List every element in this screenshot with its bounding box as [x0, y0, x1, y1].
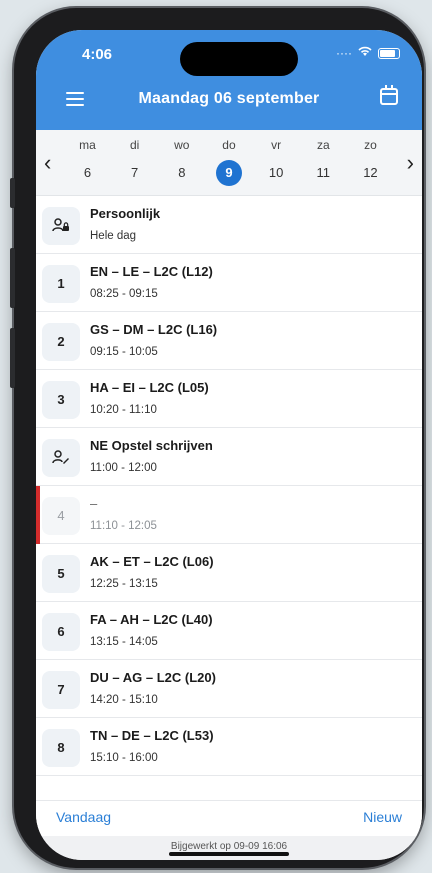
schedule-item[interactable]: 8 TN – DE – L2C (L53) 15:10 - 16:00: [36, 718, 422, 776]
day-date: 8: [178, 165, 186, 180]
day-name: vr: [271, 138, 282, 152]
item-title: EN – LE – L2C (L12): [90, 264, 213, 279]
day-date: 11: [316, 165, 331, 180]
volume-up-button: [10, 248, 15, 308]
lesson-hour-badge: 7: [42, 671, 80, 709]
status-time: 4:06: [82, 46, 113, 63]
schedule-list: Persoonlijk Hele dag 1 EN – LE – L2C (L12) 0…: [36, 196, 422, 776]
signal-icon: ····: [336, 46, 352, 60]
schedule-item[interactable]: 3 HA – EI – L2C (L05) 10:20 - 11:10: [36, 370, 422, 428]
day-do[interactable]: do 9: [205, 138, 252, 186]
item-title: DU – AG – L2C (L20): [90, 670, 216, 685]
previous-week-chevron-icon[interactable]: ‹: [44, 150, 51, 176]
item-time: Hele dag: [90, 230, 137, 242]
lesson-hour-badge: 3: [42, 381, 80, 419]
schedule-item[interactable]: 4– 11:10 - 12:05: [36, 486, 422, 544]
cancelled-marker: [36, 486, 40, 544]
day-name: di: [129, 138, 140, 152]
day-date: 7: [131, 165, 139, 180]
day-wo[interactable]: wo 8: [158, 138, 205, 186]
home-indicator[interactable]: [169, 852, 289, 856]
last-updated-text: Bijgewerkt op 09-09 16:06: [36, 836, 422, 860]
day-zo[interactable]: zo 12: [347, 138, 394, 186]
item-time: 08:25 - 09:15: [90, 288, 158, 300]
item-time: 11:10 - 12:05: [90, 520, 157, 532]
item-title: NE Opstel schrijven: [90, 438, 213, 453]
item-title: FA – AH – L2C (L40): [90, 612, 213, 627]
week-selector: ‹ ma 6 di 7 wo 8 do 9 vr 10 za 11 zo 12 ›: [36, 130, 422, 196]
lesson-hour-badge: 5: [42, 555, 80, 593]
day-date: 9: [215, 160, 242, 186]
schedule-item[interactable]: 2 GS – DM – L2C (L16) 09:15 - 10:05: [36, 312, 422, 370]
schedule-item[interactable]: NE Opstel schrijven 11:00 - 12:00: [36, 428, 422, 486]
day-date: 6: [83, 165, 92, 180]
day-date: 10: [268, 165, 284, 180]
schedule-item[interactable]: 5 AK – ET – L2C (L06) 12:25 - 13:15: [36, 544, 422, 602]
bottom-toolbar: Vandaag Nieuw: [36, 800, 422, 836]
item-title: GS – DM – L2C (L16): [90, 322, 218, 337]
day-za[interactable]: za 11: [300, 138, 347, 186]
next-week-chevron-icon[interactable]: ›: [407, 150, 414, 176]
item-title: TN – DE – L2C (L53): [90, 728, 214, 743]
new-button[interactable]: Nieuw: [363, 809, 402, 825]
day-name: do: [222, 138, 236, 152]
item-title: AK – ET – L2C (L06): [90, 554, 214, 569]
item-time: 12:25 - 13:15: [90, 578, 158, 590]
lesson-hour-badge: 6: [42, 613, 80, 651]
wifi-icon: [358, 46, 372, 60]
page-title[interactable]: Maandag 06 september: [36, 90, 422, 108]
dynamic-island: [180, 42, 298, 76]
volume-down-button: [10, 328, 15, 388]
lesson-hour-badge: 8: [42, 729, 80, 767]
day-name: zo: [364, 138, 377, 152]
item-time: 09:15 - 10:05: [90, 346, 158, 358]
schedule-item[interactable]: 1 EN – LE – L2C (L12) 08:25 - 09:15: [36, 254, 422, 312]
day-date: 12: [363, 165, 378, 180]
day-name: ma: [79, 138, 96, 152]
today-button[interactable]: Vandaag: [56, 809, 111, 825]
day-name: wo: [174, 138, 190, 152]
item-title: Persoonlijk: [90, 206, 161, 221]
item-time: 11:00 - 12:00: [90, 462, 157, 474]
week-days: ma 6 di 7 wo 8 do 9 vr 10 za 11 zo 12: [64, 138, 394, 186]
day-di[interactable]: di 7: [111, 138, 158, 186]
lesson-hour-badge: 4: [42, 497, 80, 535]
calendar-icon[interactable]: [380, 85, 398, 105]
day-vr[interactable]: vr 10: [253, 138, 300, 186]
item-time: 15:10 - 16:00: [90, 752, 158, 764]
schedule-item[interactable]: Persoonlijk Hele dag: [36, 196, 422, 254]
navigation-bar: 4:06 ···· Maandag 06 september: [36, 30, 422, 130]
lesson-hour-badge: 1: [42, 265, 80, 303]
item-time: 10:20 - 11:10: [90, 404, 157, 416]
phone-frame: 4:06 ···· Maandag 06 september ‹ ma 6 di 7 w…: [10, 8, 424, 868]
lesson-hour-badge: 2: [42, 323, 80, 361]
person-edit-icon: [42, 439, 80, 477]
item-title: HA – EI – L2C (L05): [90, 380, 209, 395]
day-name: za: [316, 138, 330, 152]
schedule-item[interactable]: 7 DU – AG – L2C (L20) 14:20 - 15:10: [36, 660, 422, 718]
schedule-item[interactable]: 6 FA – AH – L2C (L40) 13:15 - 14:05: [36, 602, 422, 660]
person-lock-icon: [42, 207, 80, 245]
screen: 4:06 ···· Maandag 06 september ‹ ma 6 di 7 w…: [36, 30, 422, 860]
status-icons: ····: [336, 46, 400, 60]
item-time: 14:20 - 15:10: [90, 694, 158, 706]
silent-switch: [10, 178, 15, 208]
day-ma[interactable]: ma 6: [64, 138, 111, 186]
battery-icon: [378, 47, 400, 59]
item-title: –: [90, 496, 98, 511]
item-time: 13:15 - 14:05: [90, 636, 158, 648]
